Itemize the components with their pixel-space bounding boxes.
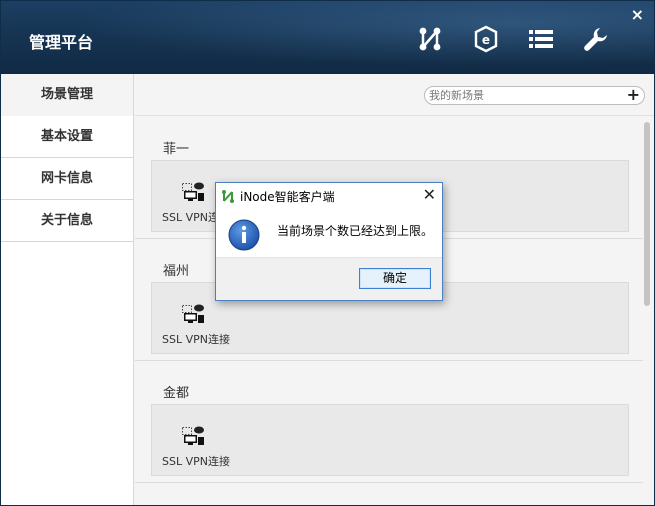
- new-scene-input[interactable]: [429, 88, 619, 103]
- dialog-message: 当前场景个数已经达到上限。: [277, 224, 434, 238]
- scene-connection-tile[interactable]: SSL VPN连接: [151, 404, 629, 476]
- vpn-connection-icon: [182, 304, 204, 323]
- vpn-connection-label: SSL VPN连接: [162, 455, 230, 468]
- security-shield-icon[interactable]: e: [471, 24, 501, 54]
- vpn-connection-icon: [182, 426, 204, 445]
- scene-toolbar: +: [135, 74, 654, 116]
- limit-reached-dialog: iNode智能客户端 ✕ 当前场景个数已经达到上限。 确定: [215, 182, 443, 301]
- wrench-icon[interactable]: [581, 24, 611, 54]
- dialog-title-bar: iNode智能客户端 ✕: [216, 183, 442, 209]
- svg-text:e: e: [482, 33, 490, 47]
- new-scene-box: +: [424, 85, 645, 105]
- dialog-body: 当前场景个数已经达到上限。: [216, 209, 442, 257]
- scene-name: 福州: [163, 264, 190, 279]
- sidebar-item-nic-info[interactable]: 网卡信息: [1, 158, 133, 200]
- list-icon[interactable]: [526, 24, 556, 54]
- info-icon: [228, 219, 260, 251]
- sidebar-item-basic-settings[interactable]: 基本设置: [1, 116, 133, 158]
- topology-icon[interactable]: [415, 24, 445, 54]
- window-close-button[interactable]: ×: [631, 7, 644, 23]
- add-scene-button[interactable]: +: [627, 85, 640, 104]
- vpn-connection-label: SSL VPN连接: [162, 333, 230, 346]
- sidebar: 场景管理 基本设置 网卡信息 关于信息: [1, 74, 134, 505]
- ok-button[interactable]: 确定: [359, 268, 431, 289]
- scene-name: 金都: [163, 386, 190, 401]
- scene-name: 菲一: [163, 142, 190, 157]
- header-bar: 管理平台 e ×: [1, 1, 654, 74]
- inode-main-window: 管理平台 e × 场景管理 基本设置 网卡信息 关于信息 我的新场景 + 菲一 …: [0, 0, 655, 506]
- scene-divider: [135, 360, 643, 361]
- header-title: 管理平台: [29, 33, 94, 52]
- scene-divider: [135, 482, 643, 483]
- dialog-footer: 确定: [216, 257, 442, 300]
- sidebar-item-about[interactable]: 关于信息: [1, 200, 133, 242]
- scene-list: 菲一 SSL VPN连接 福州 SSL VPN连接 金都 SSL VPN连接: [135, 117, 654, 505]
- vertical-scrollbar[interactable]: [644, 122, 650, 306]
- inode-logo-icon: [222, 190, 234, 203]
- dialog-close-button[interactable]: ✕: [423, 186, 436, 204]
- vpn-connection-icon: [182, 182, 204, 201]
- dialog-title: iNode智能客户端: [240, 190, 335, 204]
- sidebar-item-scene-management[interactable]: 场景管理: [1, 74, 133, 116]
